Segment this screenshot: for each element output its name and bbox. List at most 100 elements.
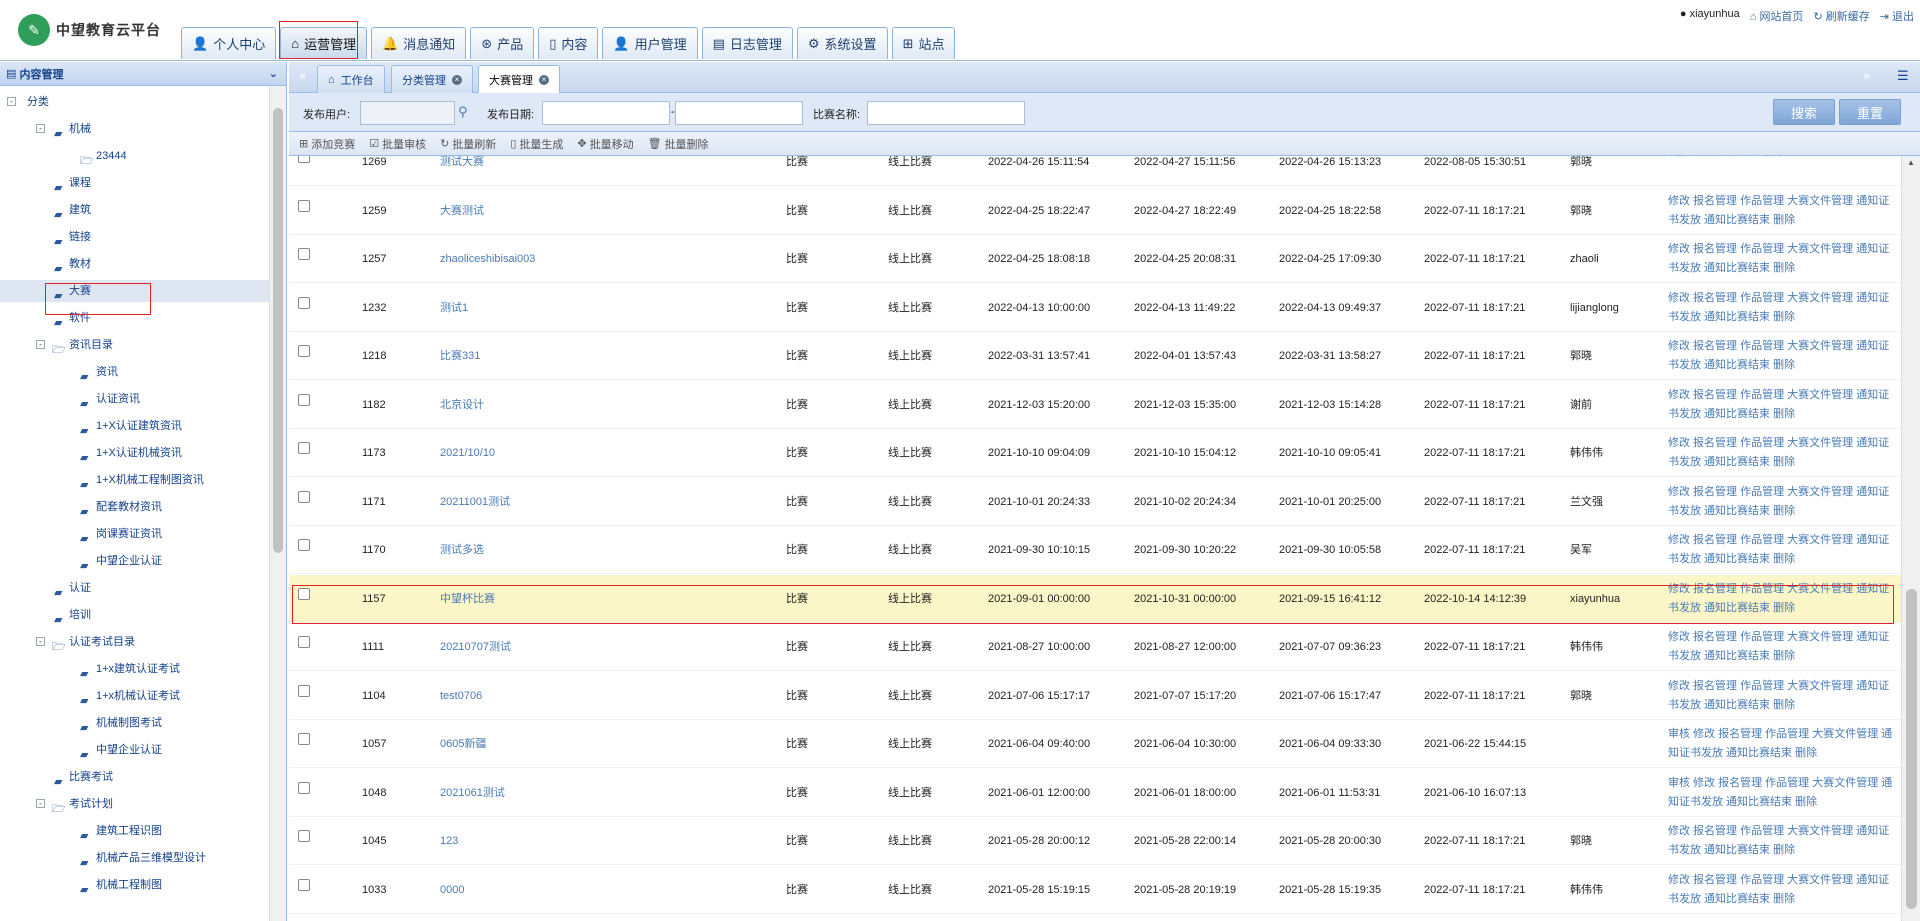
tree-item[interactable]: ▰ 链接 xyxy=(0,226,270,248)
cell-name[interactable]: 比赛331 xyxy=(440,332,480,380)
tree-item[interactable]: 🗁 23444 xyxy=(0,145,270,167)
row-checkbox[interactable] xyxy=(298,587,310,600)
top-nav-tab[interactable]: ⊞ 站点 xyxy=(891,27,956,59)
tree-item[interactable]: ▰ 比赛考试 xyxy=(0,766,270,788)
cell-name[interactable]: 测试大赛 xyxy=(440,156,484,186)
tree-item[interactable]: ▰ 岗课赛证资讯 xyxy=(0,523,270,545)
row-actions[interactable]: 修改 报名管理 作品管理 大赛文件管理 通知证书发放 通知比赛结束 删除 xyxy=(1668,240,1898,278)
cell-name[interactable]: 测试1 xyxy=(440,284,468,332)
tree-expander-icon[interactable]: - xyxy=(36,799,45,808)
row-actions[interactable]: 修改 报名管理 作品管理 大赛文件管理 通知证书发放 通知比赛结束 删除 xyxy=(1668,337,1898,375)
cell-name[interactable]: 20210707测试 xyxy=(440,623,511,671)
scroll-up-icon[interactable]: ▲ xyxy=(1907,158,1915,167)
user-filter-input[interactable] xyxy=(360,101,455,125)
tree-item[interactable]: ▰ 培训 xyxy=(0,604,270,626)
tree-item[interactable]: ▰ 机械产品三维模型设计 xyxy=(0,847,270,869)
date-to-input[interactable] xyxy=(675,101,803,125)
row-checkbox[interactable] xyxy=(298,345,310,357)
toolbar-doc-button[interactable]: ▯ 批量生成 xyxy=(510,136,563,152)
row-actions[interactable]: 修改 报名管理 作品管理 大赛文件管理 通知证书发放 通知比赛结束 删除 xyxy=(1668,531,1898,569)
tree-item[interactable]: ▰ 大赛 xyxy=(0,280,270,302)
date-from-input[interactable] xyxy=(542,101,670,125)
tree-item[interactable]: ▰ 中望企业认证 xyxy=(0,550,270,572)
row-checkbox[interactable] xyxy=(298,199,310,212)
tabs-left-arrow-icon[interactable]: « xyxy=(299,68,306,83)
tree-item[interactable]: ▰ 软件 xyxy=(0,307,270,329)
cell-name[interactable]: 北京设计 xyxy=(440,381,484,429)
cell-name[interactable]: zhaoliceshibisai003 xyxy=(440,235,535,283)
search-button[interactable]: 搜索 xyxy=(1773,99,1835,125)
tree-item[interactable]: ▰ 中望企业认证 xyxy=(0,739,270,761)
tree-item[interactable]: - 分类 xyxy=(0,91,270,113)
tree-item[interactable]: ▰ 建筑工程识图 xyxy=(0,820,270,842)
row-actions[interactable]: 修改 报名管理 作品管理 大赛文件管理 通知证书发放 通知比赛结束 删除 xyxy=(1668,628,1898,666)
tree-item[interactable]: ▰ 教材 xyxy=(0,253,270,275)
top-nav-tab[interactable]: 👤 个人中心 xyxy=(181,27,277,59)
tree-item[interactable]: ▰ 建筑 xyxy=(0,199,270,221)
tree-item[interactable]: ▰ 课程 xyxy=(0,172,270,194)
reset-button[interactable]: 重置 xyxy=(1839,99,1901,125)
tree-expander-icon[interactable]: - xyxy=(36,340,45,349)
tree-expander-icon[interactable]: - xyxy=(7,97,16,106)
tree-item[interactable]: ▰ 机械制图考试 xyxy=(0,712,270,734)
tree-item[interactable]: ▰ 资讯 xyxy=(0,361,270,383)
page-tab[interactable]: 大赛管理 × xyxy=(478,65,560,94)
refresh-cache-link[interactable]: ↻ 刷新缓存 xyxy=(1813,8,1869,24)
tree-item[interactable]: ▰ 认证 xyxy=(0,577,270,599)
row-actions[interactable]: 修改 报名管理 作品管理 大赛文件管理 通知证书发放 通知比赛结束 删除 xyxy=(1668,386,1898,424)
row-actions[interactable]: 修改 报名管理 作品管理 大赛文件管理 通知证书发放 通知比赛结束 删除 xyxy=(1668,289,1898,327)
tree-item[interactable]: - 🗁 考试计划 xyxy=(0,793,270,815)
top-nav-tab[interactable]: ⊛ 产品 xyxy=(470,27,535,59)
row-checkbox[interactable] xyxy=(298,539,310,551)
cell-name[interactable]: 20211001测试 xyxy=(440,478,510,526)
top-nav-tab[interactable]: ⌂ 运营管理 xyxy=(280,27,368,59)
cell-name[interactable]: test0706 xyxy=(440,672,482,720)
row-actions[interactable]: 修改 报名管理 作品管理 大赛文件管理 通知证书发放 通知比赛结束 删除 xyxy=(1668,871,1898,909)
row-actions[interactable]: 修改 报名管理 作品管理 大赛文件管理 通知证书发放 通知比赛结束 删除 xyxy=(1668,677,1898,715)
tree-item[interactable]: - 🗁 资讯目录 xyxy=(0,334,270,356)
tree-item[interactable]: - ▰ 机械 xyxy=(0,118,270,140)
tabs-right-arrow-icon[interactable]: » xyxy=(1863,68,1870,83)
row-checkbox[interactable] xyxy=(298,248,310,260)
row-checkbox[interactable] xyxy=(298,781,310,794)
row-checkbox[interactable] xyxy=(298,830,310,842)
toolbar-trash-button[interactable]: 🗑 批量删除 xyxy=(648,136,709,152)
close-icon[interactable]: × xyxy=(452,74,462,85)
top-nav-tab[interactable]: 👤 用户管理 xyxy=(602,27,698,59)
row-checkbox[interactable] xyxy=(298,636,310,648)
page-tab[interactable]: 分类管理 × xyxy=(391,65,473,93)
grid-scrollbar[interactable]: ▲ xyxy=(1901,156,1920,921)
row-checkbox[interactable] xyxy=(298,733,310,745)
toolbar-move-button[interactable]: ✥ 批量移动 xyxy=(577,136,633,152)
logout-link[interactable]: ⇥ 退出 xyxy=(1880,8,1914,24)
cell-name[interactable]: 123 xyxy=(440,817,458,865)
row-checkbox[interactable] xyxy=(298,878,310,891)
grid-scrollbar-thumb[interactable] xyxy=(1906,589,1917,909)
row-actions[interactable]: 修改 报名管理 作品管理 大赛文件管理 通知证书发放 通知比赛结束 删除 xyxy=(1668,192,1898,230)
row-actions[interactable]: 修改 报名管理 作品管理 大赛文件管理 通知证书发放 通知比赛结束 删除 xyxy=(1668,483,1898,521)
top-nav-tab[interactable]: ▤ 日志管理 xyxy=(701,27,793,59)
cell-name[interactable]: 0000 xyxy=(440,866,464,914)
cell-name[interactable]: 中望杯比赛 xyxy=(440,575,495,623)
top-nav-tab[interactable]: ▯ 内容 xyxy=(538,27,599,59)
row-actions[interactable]: 修改 报名管理 作品管理 大赛文件管理 通知证书发放 通知比赛结束 删除 xyxy=(1668,822,1898,860)
row-actions[interactable]: 修改 报名管理 作品管理 大赛文件管理 通知证书发放 通知比赛结束 删除 xyxy=(1668,434,1898,472)
cell-name[interactable]: 0605新疆 xyxy=(440,720,486,768)
close-icon[interactable]: × xyxy=(539,75,549,85)
cell-name[interactable]: 测试多选 xyxy=(440,526,484,574)
cell-name[interactable]: 大赛测试 xyxy=(440,187,484,235)
row-checkbox[interactable] xyxy=(298,684,310,697)
tree-item[interactable]: - 🗁 认证考试目录 xyxy=(0,631,270,653)
row-checkbox[interactable] xyxy=(298,296,310,309)
toolbar-plus-button[interactable]: ⊞ 添加竞赛 xyxy=(299,136,355,152)
tree-item[interactable]: ▰ 1+X机械工程制图资讯 xyxy=(0,469,270,491)
row-actions[interactable]: 审核 修改 报名管理 作品管理 大赛文件管理 通知证书发放 通知比赛结束 删除 xyxy=(1668,725,1898,763)
name-filter-input[interactable] xyxy=(867,101,1025,125)
tree-expander-icon[interactable]: - xyxy=(36,637,45,646)
tabs-menu-icon[interactable]: ☰ xyxy=(1897,68,1909,84)
cell-name[interactable]: 2021061测试 xyxy=(440,769,505,817)
left-scrollbar[interactable] xyxy=(269,86,286,921)
row-checkbox[interactable] xyxy=(298,393,310,406)
tree-item[interactable]: ▰ 1+x机械认证考试 xyxy=(0,685,270,707)
row-checkbox[interactable] xyxy=(298,442,310,454)
